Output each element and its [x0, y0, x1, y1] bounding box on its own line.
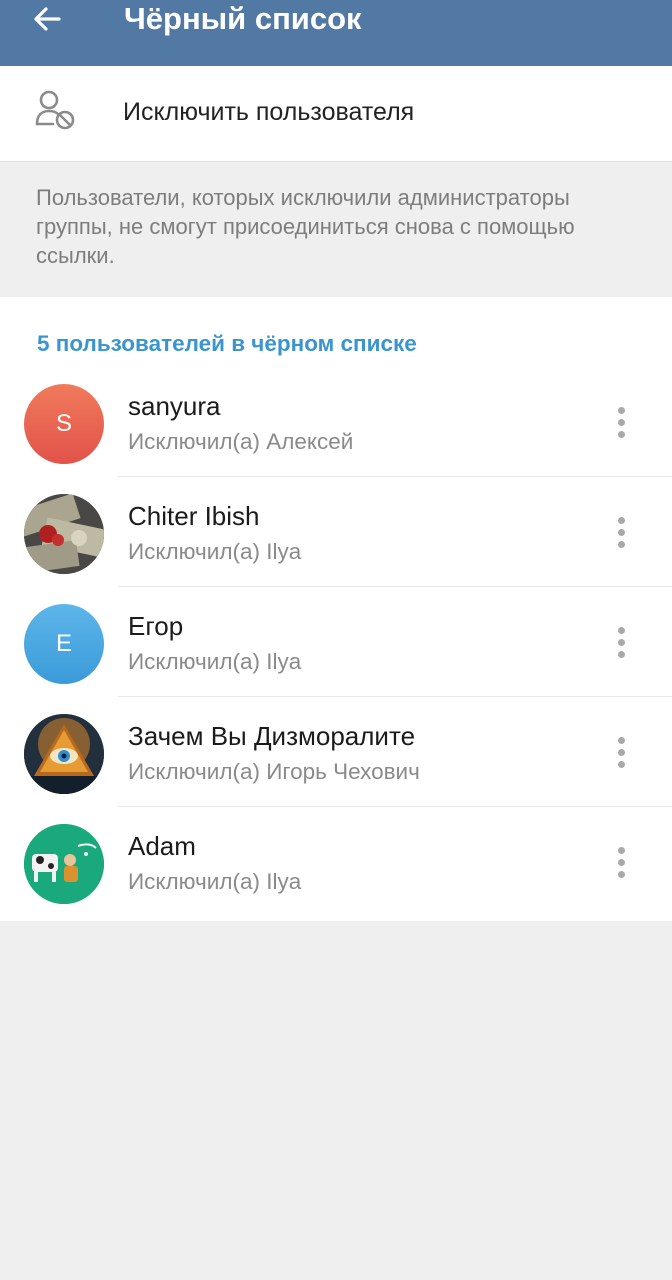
- more-options-button[interactable]: [606, 723, 636, 781]
- avatar-initial: S: [55, 410, 72, 437]
- removed-by: Исключил(а) Ilya: [128, 539, 302, 564]
- user-name: Зачем Вы Дизморалите: [128, 721, 416, 751]
- avatar-initial: E: [55, 630, 72, 657]
- more-options-button[interactable]: [606, 503, 636, 561]
- list-item[interactable]: S sanyura Исключил(а) Алексей: [0, 367, 672, 477]
- removed-by: Исключил(а) Алексей: [128, 429, 354, 454]
- removed-by: Исключил(а) Игорь Чехович: [128, 759, 420, 784]
- kick-user-label: Исключить пользователя: [123, 98, 415, 126]
- info-section: Пользователи, которых исключили админист…: [0, 163, 672, 297]
- more-options-button[interactable]: [606, 833, 636, 891]
- list-header: 5 пользователей в чёрном списке: [37, 331, 417, 356]
- money-photo-icon: [24, 494, 104, 574]
- user-name: Егор: [128, 611, 184, 641]
- avatar: S: [24, 384, 104, 464]
- page-title: Чёрный список: [124, 1, 362, 36]
- user-name: sanyura: [128, 391, 221, 421]
- eye-pyramid-icon: [24, 714, 104, 794]
- user-name: Chiter Ibish: [128, 501, 260, 531]
- info-text: Пользователи, которых исключили админист…: [36, 185, 575, 268]
- removed-by: Исключил(а) Ilya: [128, 649, 302, 674]
- removed-by: Исключил(а) Ilya: [128, 869, 302, 894]
- top-app-bar: Чёрный список: [0, 0, 672, 66]
- more-options-button[interactable]: [606, 393, 636, 451]
- list-item[interactable]: Chiter Ibish Исключил(а) Ilya: [0, 477, 672, 587]
- list-item[interactable]: Adam Исключил(а) Ilya: [0, 807, 672, 917]
- avatar: [24, 714, 104, 794]
- kick-user-button[interactable]: Исключить пользователя: [0, 66, 672, 162]
- user-block-icon: [35, 90, 75, 130]
- back-button[interactable]: [30, 2, 64, 36]
- arrow-left-icon: [34, 7, 61, 31]
- user-name: Adam: [128, 831, 196, 861]
- avatar: E: [24, 604, 104, 684]
- avatar: [24, 824, 104, 904]
- cartoon-photo-icon: [24, 824, 104, 904]
- list-item[interactable]: E Егор Исключил(а) Ilya: [0, 587, 672, 697]
- list-item[interactable]: Зачем Вы Дизморалите Исключил(а) Игорь Ч…: [0, 697, 672, 807]
- more-options-button[interactable]: [606, 613, 636, 671]
- avatar: [24, 494, 104, 574]
- blocked-users-list: 5 пользователей в чёрном списке S sanyur…: [0, 297, 672, 921]
